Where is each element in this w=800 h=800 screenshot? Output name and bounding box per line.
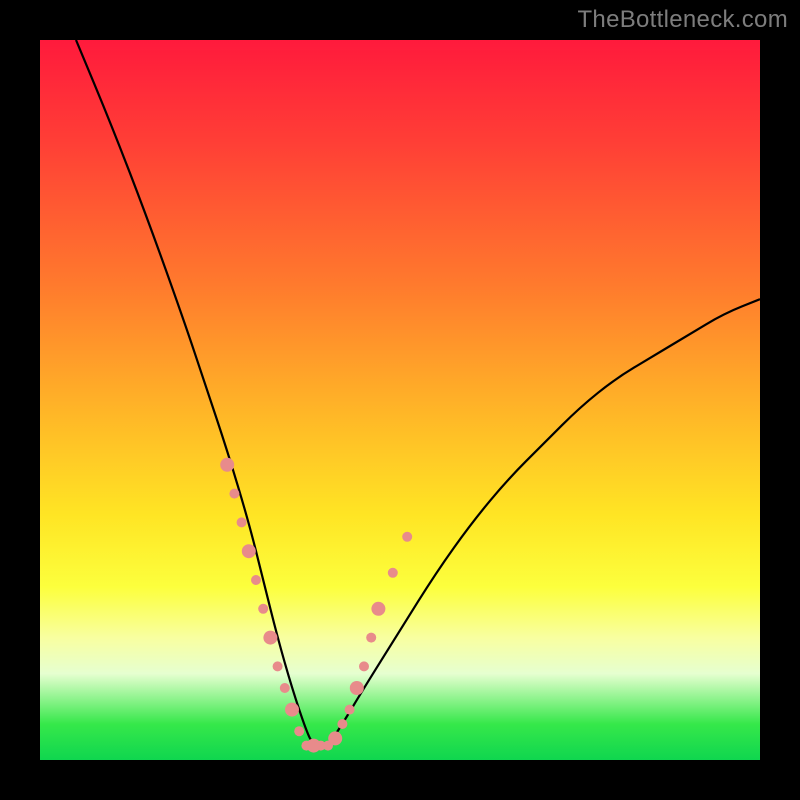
chart-root: TheBottleneck.com <box>0 0 800 800</box>
marker-dot <box>371 602 385 616</box>
marker-dot <box>359 661 369 671</box>
marker-dot <box>388 568 398 578</box>
marker-dot <box>366 633 376 643</box>
highlighted-points-group <box>220 458 412 753</box>
marker-dot <box>237 517 247 527</box>
marker-dot <box>350 681 364 695</box>
marker-dot <box>273 661 283 671</box>
marker-dot <box>220 458 234 472</box>
curve-svg <box>40 40 760 760</box>
marker-dot <box>242 544 256 558</box>
marker-dot <box>280 683 290 693</box>
marker-dot <box>229 489 239 499</box>
marker-dot <box>337 719 347 729</box>
marker-dot <box>402 532 412 542</box>
marker-dot <box>345 705 355 715</box>
marker-dot <box>263 631 277 645</box>
marker-dot <box>294 726 304 736</box>
bottleneck-curve <box>76 40 760 746</box>
marker-dot <box>328 731 342 745</box>
plot-area <box>40 40 760 760</box>
watermark-text: TheBottleneck.com <box>577 6 788 34</box>
marker-dot <box>258 604 268 614</box>
marker-dot <box>251 575 261 585</box>
marker-dot <box>285 703 299 717</box>
